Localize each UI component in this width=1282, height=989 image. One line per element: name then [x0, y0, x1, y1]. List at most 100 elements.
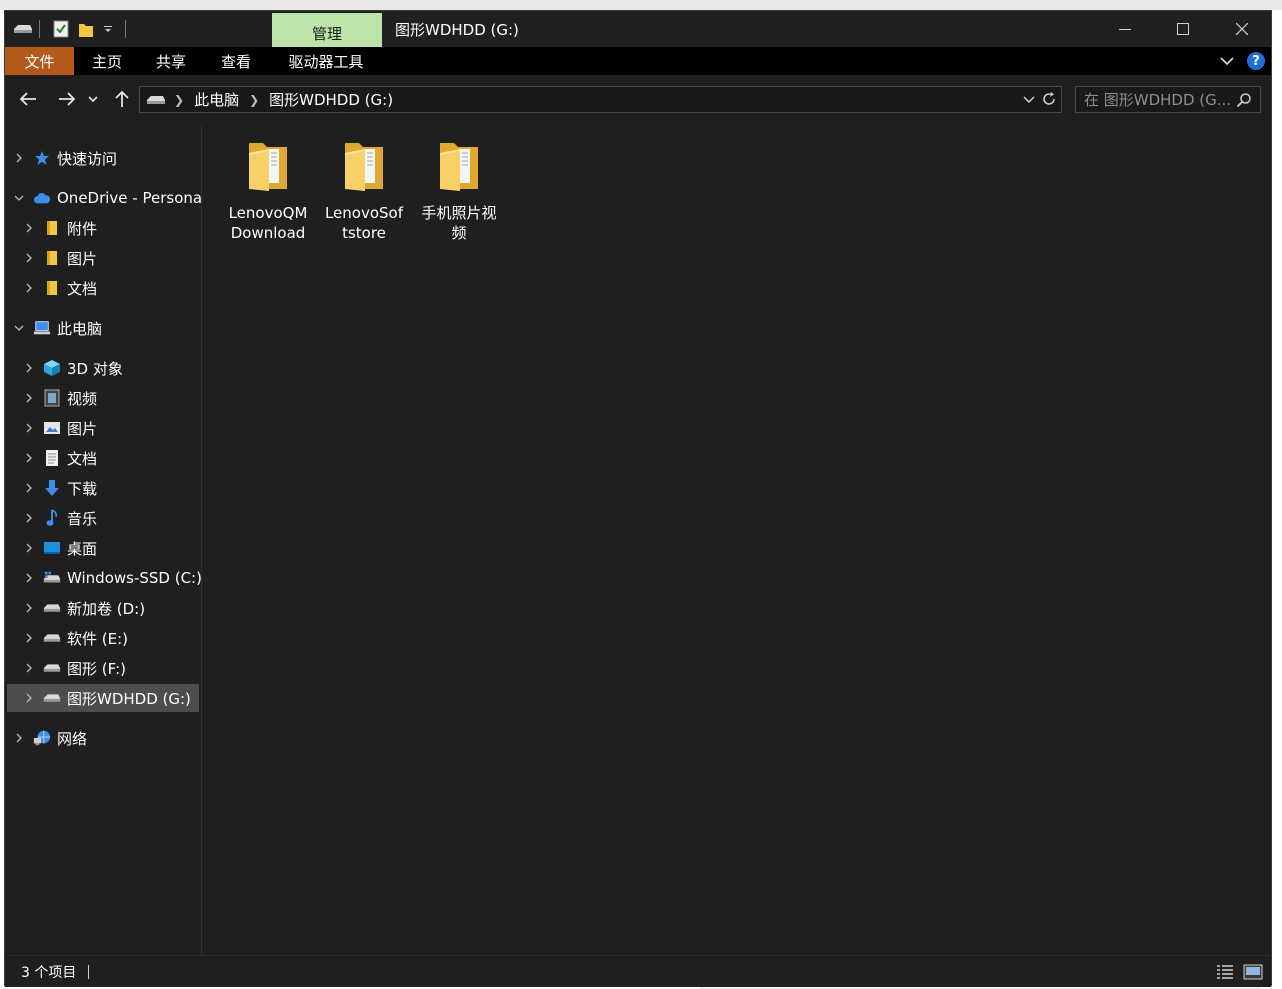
document-icon	[43, 449, 61, 467]
chevron-right-icon[interactable]	[23, 512, 35, 524]
search-icon[interactable]	[1236, 92, 1252, 108]
properties-icon[interactable]	[53, 20, 69, 38]
chevron-right-icon[interactable]: ❯	[174, 93, 184, 107]
breadcrumb-current-drive[interactable]: 图形WDHDD (G:)	[269, 89, 393, 110]
ribbon: 文件 主页 共享 查看 驱动器工具 ?	[5, 47, 1271, 75]
chevron-right-icon[interactable]	[23, 422, 35, 434]
sidebar-item-quick-access[interactable]: 快速访问	[5, 144, 202, 172]
tab-home[interactable]: 主页	[81, 47, 133, 75]
chevron-right-icon[interactable]	[23, 662, 35, 674]
sidebar-item-downloads[interactable]: 下载	[5, 474, 202, 502]
tab-drive-tools[interactable]: 驱动器工具	[275, 47, 377, 75]
sidebar-item-onedrive-attachments[interactable]: 附件	[5, 214, 202, 242]
chevron-right-icon[interactable]	[23, 482, 35, 494]
sidebar-item-label: 网络	[57, 729, 88, 748]
large-icons-view-icon[interactable]	[1243, 964, 1263, 980]
new-folder-icon[interactable]	[78, 20, 94, 38]
address-history-chevron-icon[interactable]	[1023, 93, 1035, 105]
divider	[88, 964, 90, 979]
music-note-icon	[43, 509, 61, 527]
sidebar-item-drive-e[interactable]: 软件 (E:)	[5, 624, 202, 652]
sidebar-item-label: 图片	[67, 249, 98, 268]
sidebar-item-label: 文档	[67, 449, 98, 468]
sidebar-item-drive-d[interactable]: 新加卷 (D:)	[5, 594, 202, 622]
sidebar-item-label: 下载	[67, 479, 98, 498]
sidebar-item-label: 附件	[67, 219, 98, 238]
sidebar-item-label: 桌面	[67, 539, 98, 558]
folder-icon	[434, 137, 484, 197]
chevron-right-icon[interactable]	[23, 282, 35, 294]
chevron-right-icon[interactable]: ❯	[249, 93, 259, 107]
up-arrow-icon[interactable]	[110, 87, 134, 111]
breadcrumb-this-pc[interactable]: 此电脑	[194, 89, 239, 110]
folder-icon	[43, 279, 61, 297]
chevron-right-icon[interactable]	[23, 452, 35, 464]
background-browser-strip	[0, 0, 1282, 10]
maximize-button[interactable]	[1160, 15, 1206, 43]
chevron-right-icon[interactable]	[23, 542, 35, 554]
sidebar-item-onedrive-pictures[interactable]: 图片	[5, 244, 202, 272]
sidebar-item-label: Windows-SSD (C:)	[67, 569, 202, 587]
chevron-down-icon[interactable]	[13, 192, 25, 204]
sidebar-item-onedrive[interactable]: OneDrive - Persona	[5, 184, 202, 212]
minimize-button[interactable]	[1102, 15, 1148, 43]
folder-item[interactable]: 手机照片视频	[414, 137, 504, 243]
sidebar-item-music[interactable]: 音乐	[5, 504, 202, 532]
chevron-right-icon[interactable]	[13, 152, 25, 164]
sidebar-item-onedrive-documents[interactable]: 文档	[5, 274, 202, 302]
chevron-right-icon[interactable]	[23, 602, 35, 614]
back-arrow-icon[interactable]	[16, 87, 40, 111]
drive-icon	[43, 629, 61, 647]
sidebar-item-documents[interactable]: 文档	[5, 444, 202, 472]
folder-item[interactable]: LenovoQMDownload	[223, 137, 313, 243]
divider	[39, 20, 40, 38]
details-view-icon[interactable]	[1215, 964, 1235, 980]
close-button[interactable]	[1219, 15, 1265, 43]
sidebar-item-pictures[interactable]: 图片	[5, 414, 202, 442]
computer-icon	[33, 319, 51, 337]
chevron-right-icon[interactable]	[13, 732, 25, 744]
tab-view[interactable]: 查看	[210, 47, 262, 75]
help-icon[interactable]: ?	[1247, 52, 1265, 70]
sidebar-item-label: OneDrive - Persona	[57, 189, 202, 207]
chevron-down-icon[interactable]	[13, 322, 25, 334]
sidebar-item-label: 图形 (F:)	[67, 659, 126, 678]
search-box[interactable]	[1075, 86, 1261, 113]
chevron-down-icon[interactable]	[1219, 53, 1235, 69]
folder-item[interactable]: LenovoSoftstore	[319, 137, 409, 243]
sidebar-item-drive-c[interactable]: Windows-SSD (C:)	[5, 564, 202, 592]
sidebar-item-label: 新加卷 (D:)	[67, 599, 146, 618]
customize-dropdown-icon[interactable]	[103, 20, 113, 38]
chevron-right-icon[interactable]	[23, 252, 35, 264]
forward-arrow-icon[interactable]	[55, 87, 79, 111]
sidebar-item-label: 视频	[67, 389, 98, 408]
sidebar-item-this-pc[interactable]: 此电脑	[5, 314, 202, 342]
search-input[interactable]	[1084, 90, 1234, 109]
sidebar-item-network[interactable]: 网络	[5, 724, 202, 752]
sidebar-item-desktop[interactable]: 桌面	[5, 534, 202, 562]
folder-icon	[339, 137, 389, 197]
divider	[125, 20, 126, 38]
drive-icon[interactable]	[13, 20, 33, 38]
drive-icon	[43, 689, 61, 707]
sidebar-item-3d-objects[interactable]: 3D 对象	[5, 354, 202, 382]
item-count: 3 个项目	[21, 964, 77, 981]
drive-icon	[146, 93, 166, 107]
refresh-icon[interactable]	[1041, 91, 1057, 107]
address-bar[interactable]: ❯ 此电脑 ❯ 图形WDHDD (G:)	[139, 86, 1062, 113]
sidebar-item-drive-f[interactable]: 图形 (F:)	[5, 654, 202, 682]
folder-label: 手机照片视频	[421, 204, 497, 242]
chevron-right-icon[interactable]	[23, 362, 35, 374]
chevron-right-icon[interactable]	[23, 632, 35, 644]
chevron-right-icon[interactable]	[23, 572, 35, 584]
window-title: 图形WDHDD (G:)	[395, 21, 519, 39]
chevron-right-icon[interactable]	[23, 692, 35, 704]
sidebar-item-videos[interactable]: 视频	[5, 384, 202, 412]
sidebar-item-drive-g[interactable]: 图形WDHDD (G:)	[7, 684, 199, 712]
tab-manage[interactable]: 管理	[272, 13, 382, 47]
chevron-right-icon[interactable]	[23, 222, 35, 234]
tab-file[interactable]: 文件	[5, 47, 74, 75]
chevron-right-icon[interactable]	[23, 392, 35, 404]
recent-locations-chevron-icon[interactable]	[85, 87, 101, 111]
tab-share[interactable]: 共享	[145, 47, 197, 75]
